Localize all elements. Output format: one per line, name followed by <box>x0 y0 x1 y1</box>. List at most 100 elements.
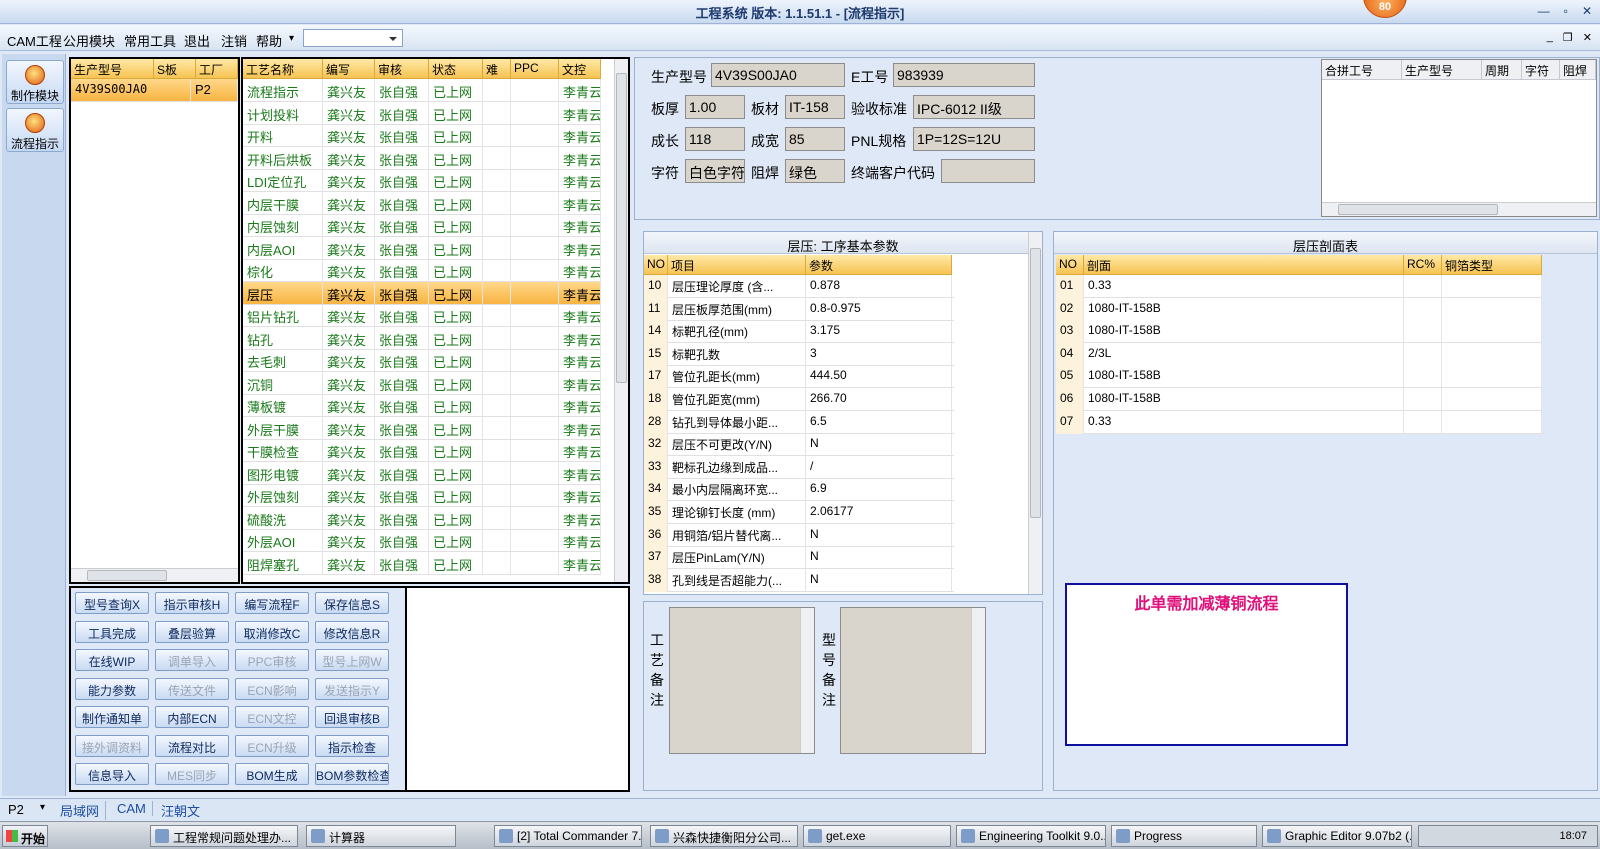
table-row[interactable]: 内层干膜 龚兴友 张自强 已上网 李青云 <box>243 191 601 215</box>
taskbar-item[interactable]: 计算器 <box>306 825 456 847</box>
col-model[interactable]: 生产型号 <box>71 59 154 79</box>
function-button[interactable]: 能力参数 <box>75 677 149 700</box>
function-button[interactable]: 型号查询X <box>75 592 149 614</box>
col-param-item[interactable]: 项目 <box>668 255 806 275</box>
menu-tools[interactable]: 常用工具 <box>124 31 176 50</box>
table-row[interactable]: 层压 龚兴友 张自强 已上网 李青云 <box>243 281 601 305</box>
table-row[interactable]: 36 用铜箔/铝片替代离... N <box>644 523 954 547</box>
menu-logout[interactable]: 注销 <box>221 31 247 50</box>
length-field[interactable]: 118 <box>685 127 745 151</box>
table-row[interactable]: 17 管位孔距长(mm) 444.50 <box>644 365 954 389</box>
table-row[interactable]: 04 2/3L <box>1056 342 1542 366</box>
taskbar-item[interactable]: 工程常规问题处理办... <box>150 825 298 847</box>
table-row[interactable]: LDI定位孔 龚兴友 张自强 已上网 李青云 <box>243 169 601 192</box>
function-button[interactable]: 回退审核B <box>315 706 389 728</box>
table-row[interactable]: 图形电镀 龚兴友 张自强 已上网 李青云 <box>243 461 601 485</box>
close-icon[interactable]: ✕ <box>1582 4 1592 18</box>
taskbar-item[interactable]: Progress <box>1111 825 1257 847</box>
table-row[interactable]: 01 0.33 <box>1056 275 1542 298</box>
function-button[interactable]: 取消修改C <box>235 620 309 643</box>
character-field[interactable]: 白色字符 <box>685 159 745 183</box>
taskbar-item[interactable]: Graphic Editor 9.07b2 (... <box>1262 825 1412 847</box>
function-button[interactable]: 修改信息R <box>315 620 389 643</box>
table-row[interactable]: 03 1080-IT-158B <box>1056 320 1542 344</box>
function-button[interactable]: 信息导入 <box>75 763 149 785</box>
table-row[interactable]: 阻焊塞孔 龚兴友 张自强 已上网 李青云 <box>243 551 601 575</box>
col-difficulty[interactable]: 难 <box>483 59 511 79</box>
table-row[interactable]: 18 管位孔距宽(mm) 266.70 <box>644 388 954 411</box>
mdi-close-icon[interactable]: ✕ <box>1583 31 1592 44</box>
table-row[interactable]: 干膜检查 龚兴友 张自强 已上网 李青云 <box>243 439 601 462</box>
menu-common-modules[interactable]: 公用模块 <box>63 31 115 50</box>
table-row[interactable]: 开料 龚兴友 张自强 已上网 李青云 <box>243 124 601 147</box>
col-stack-no[interactable]: NO <box>1056 255 1084 275</box>
function-button[interactable]: 保存信息S <box>315 592 389 614</box>
menu-exit[interactable]: 退出 <box>184 31 210 50</box>
table-row[interactable]: 沉铜 龚兴友 张自强 已上网 李青云 <box>243 371 601 395</box>
factory-combo-arrow-icon[interactable]: ▾ <box>40 802 45 813</box>
col-doc-control[interactable]: 文控 <box>559 59 601 79</box>
table-row[interactable]: 去毛刺 龚兴友 张自强 已上网 李青云 <box>243 349 601 372</box>
model-remark-scroll[interactable] <box>971 608 985 753</box>
function-button[interactable]: 制作通知单 <box>75 706 149 728</box>
tab-cam[interactable]: CAM <box>117 801 153 816</box>
function-button[interactable]: 叠层验算 <box>155 620 229 643</box>
table-row[interactable]: 37 层压PinLam(Y/N) N <box>644 546 954 570</box>
table-row[interactable]: 34 最小内层隔离环宽... 6.9 <box>644 478 954 502</box>
make-module-button[interactable]: 制作模块 <box>6 60 64 104</box>
table-row[interactable]: 外层干膜 龚兴友 张自强 已上网 李青云 <box>243 416 601 440</box>
table-row[interactable]: 11 层压板厚范围(mm) 0.8-0.975 <box>644 297 954 321</box>
table-row[interactable]: 32 层压不可更改(Y/N) N <box>644 433 954 457</box>
table-row[interactable]: 棕化 龚兴友 张自强 已上网 李青云 <box>243 259 601 282</box>
merge-table-hscroll[interactable] <box>1322 202 1596 216</box>
table-row[interactable]: 07 0.33 <box>1056 410 1542 434</box>
col-s-board[interactable]: S板 <box>154 59 196 79</box>
params-vscroll[interactable] <box>1028 232 1042 594</box>
function-button[interactable]: 流程对比 <box>155 734 229 757</box>
col-stack-rc[interactable]: RC% <box>1404 255 1442 275</box>
tab-user[interactable]: 汪朝文 <box>161 801 200 820</box>
model-remark-field[interactable] <box>840 607 986 754</box>
customer-code-field[interactable] <box>941 159 1035 183</box>
eno-field[interactable]: 983939 <box>893 63 1035 87</box>
start-button[interactable]: 开始 <box>2 825 48 847</box>
table-row[interactable]: 4V39S00JA0 P2 <box>71 79 238 102</box>
table-row[interactable]: 15 标靶孔数 3 <box>644 342 954 366</box>
taskbar-item[interactable]: 兴森快捷衡阳分公司... <box>650 825 798 847</box>
minimize-icon[interactable]: — <box>1538 4 1550 18</box>
function-button[interactable]: 编写流程F <box>235 592 309 614</box>
col-merge-mask[interactable]: 阻焊 <box>1560 60 1596 80</box>
function-button[interactable]: BOM参数检查 <box>315 763 389 785</box>
taskbar-item[interactable]: Engineering Toolkit 9.0... <box>956 825 1106 847</box>
table-row[interactable]: 计划投料 龚兴友 张自强 已上网 李青云 <box>243 101 601 125</box>
table-row[interactable]: 内层蚀刻 龚兴友 张自强 已上网 李青云 <box>243 214 601 237</box>
col-param-no[interactable]: NO <box>644 255 668 275</box>
col-merge-model[interactable]: 生产型号 <box>1402 60 1482 80</box>
table-row[interactable]: 10 层压理论厚度 (含... 0.878 <box>644 275 954 298</box>
function-button[interactable]: 工具完成 <box>75 620 149 643</box>
process-remark-field[interactable] <box>669 607 815 754</box>
maximize-icon[interactable]: ▫ <box>1564 4 1568 18</box>
table-row[interactable]: 35 理论铆钉长度 (mm) 2.06177 <box>644 501 954 524</box>
process-grid-vscroll[interactable] <box>614 59 628 582</box>
table-row[interactable]: 33 靶标孔边缘到成品... / <box>644 455 954 479</box>
col-merge-no[interactable]: 合拼工号 <box>1322 60 1402 80</box>
table-row[interactable]: 薄板镀 龚兴友 张自强 已上网 李青云 <box>243 394 601 417</box>
width-field[interactable]: 85 <box>785 127 845 151</box>
mdi-restore-icon[interactable]: ❐ <box>1563 31 1573 44</box>
standard-field[interactable]: IPC-6012 II级 <box>913 95 1035 119</box>
function-button[interactable]: 指示检查 <box>315 734 389 757</box>
table-row[interactable]: 钻孔 龚兴友 张自强 已上网 李青云 <box>243 326 601 350</box>
table-row[interactable]: 05 1080-IT-158B <box>1056 365 1542 389</box>
col-merge-char[interactable]: 字符 <box>1522 60 1560 80</box>
col-stack-foil[interactable]: 铜箔类型 <box>1442 255 1542 275</box>
col-reviewer[interactable]: 审核 <box>375 59 429 79</box>
table-row[interactable]: 06 1080-IT-158B <box>1056 388 1542 411</box>
table-row[interactable]: 硫酸洗 龚兴友 张自强 已上网 李青云 <box>243 506 601 530</box>
col-process-name[interactable]: 工艺名称 <box>243 59 323 79</box>
process-remark-scroll[interactable] <box>800 608 814 753</box>
col-factory[interactable]: 工厂 <box>196 59 238 79</box>
function-button[interactable]: BOM生成 <box>235 763 309 785</box>
table-row[interactable]: 铝片钻孔 龚兴友 张自强 已上网 李青云 <box>243 304 601 327</box>
table-row[interactable]: 流程指示 龚兴友 张自强 已上网 李青云 <box>243 79 601 102</box>
